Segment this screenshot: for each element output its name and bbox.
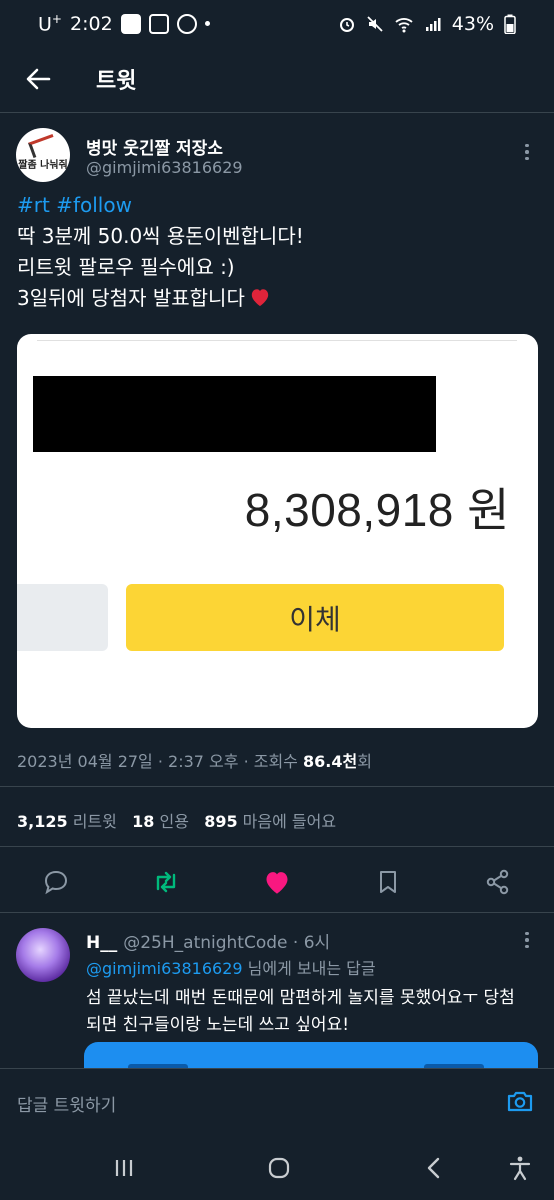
replying-to-handle[interactable]: @gimjimi63816629 xyxy=(86,959,243,978)
quote-stat[interactable]: 18 인용 xyxy=(132,812,189,831)
header-divider xyxy=(0,112,554,113)
more-notifications-dot xyxy=(204,21,210,27)
share-icon xyxy=(486,869,509,895)
view-count: 86.4천 xyxy=(303,752,358,771)
reply-author-name[interactable]: H__ xyxy=(86,933,117,953)
instagram-icon xyxy=(148,13,169,34)
tweet-line: 리트윗 팔로우 필수에요 :) xyxy=(17,255,235,279)
carrier-label: U+ xyxy=(38,12,62,36)
more-icon-dot xyxy=(525,931,529,936)
alarm-icon xyxy=(339,18,354,32)
reply-icon xyxy=(44,870,68,895)
reply-header: H__ @25H_atnightCode · 6시 xyxy=(86,928,330,953)
system-nav-bar xyxy=(0,1132,554,1200)
bookmark-icon xyxy=(380,871,396,893)
balance-amount: 8,308,918 원 xyxy=(244,484,510,536)
wifi-icon xyxy=(395,18,413,33)
camera-icon xyxy=(507,1091,533,1112)
tweet-media-image[interactable]: 8,308,918 원 이체 xyxy=(17,334,538,728)
battery-icon xyxy=(504,14,516,34)
avatar-drawing xyxy=(28,134,58,158)
bookmark-button[interactable] xyxy=(374,868,402,896)
reply-more-button[interactable] xyxy=(517,928,537,952)
status-bar: U+ 2:02 43% xyxy=(0,0,554,48)
accessibility-button[interactable] xyxy=(506,1154,534,1182)
recents-icon xyxy=(115,1160,133,1176)
home-button[interactable] xyxy=(265,1154,293,1182)
battery-percent: 43% xyxy=(451,13,494,35)
reply-avatar[interactable] xyxy=(16,928,70,982)
mute-icon xyxy=(367,16,383,32)
heart-icon xyxy=(266,872,288,894)
stats-divider xyxy=(0,846,554,847)
tweet-line: 딱 3분께 50.0씩 용돈이벤합니다! xyxy=(17,224,304,248)
reply-button[interactable] xyxy=(42,868,70,896)
media-divider xyxy=(37,340,517,341)
tweet-line-text: 3일뒤에 당첨자 발표합니다 xyxy=(17,286,245,310)
recents-button[interactable] xyxy=(110,1154,138,1182)
tweet-line: 3일뒤에 당첨자 발표합니다 xyxy=(17,283,537,314)
reply-line: 섬 끝났는데 매번 돈때문에 맘편하게 놀지를 못했어요ㅜ 당첨 xyxy=(86,988,515,1008)
ably-icon xyxy=(176,13,197,34)
top-app-bar: 트윗 xyxy=(0,48,554,110)
gray-button xyxy=(17,584,108,651)
retweet-icon xyxy=(156,871,176,893)
clock: 2:02 xyxy=(69,12,113,35)
status-right: 43% xyxy=(338,13,516,35)
reply-compose-input[interactable]: 답글 트윗하기 xyxy=(17,1091,116,1116)
camera-button[interactable] xyxy=(506,1087,534,1115)
tweet-actions xyxy=(0,858,554,906)
more-icon-dot xyxy=(525,156,529,161)
author-avatar[interactable]: 짤좀 나눠줘 xyxy=(16,128,70,182)
transfer-button: 이체 xyxy=(126,584,504,651)
page-title: 트윗 xyxy=(96,69,137,94)
tweet-meta: 2023년 04월 27일 · 2:37 오후 · 조회수 86.4천회 xyxy=(17,748,372,772)
more-icon-dot xyxy=(525,143,529,148)
meta-divider xyxy=(0,786,554,787)
back-arrow-icon xyxy=(26,68,51,90)
reply-compose-bar: 답글 트윗하기 xyxy=(0,1068,554,1132)
reply-handle-time[interactable]: @25H_atnightCode · 6시 xyxy=(123,933,330,953)
author-name[interactable]: 병맛 웃긴짤 저장소 xyxy=(86,134,223,159)
more-icon-dot xyxy=(525,150,529,154)
back-nav-icon xyxy=(427,1157,440,1179)
view-suffix: 회 xyxy=(357,752,372,771)
like-button[interactable] xyxy=(263,868,291,896)
tweet-timestamp: 2023년 04월 27일 · 2:37 오후 · 조회수 xyxy=(17,752,303,771)
red-heart-emoji-icon xyxy=(251,289,269,307)
more-icon-dot xyxy=(525,944,529,949)
back-nav-button[interactable] xyxy=(420,1154,448,1182)
back-button[interactable] xyxy=(18,59,58,99)
like-stat[interactable]: 895 마음에 들어요 xyxy=(204,812,336,831)
home-icon xyxy=(268,1157,290,1179)
tweet-more-button[interactable] xyxy=(517,140,537,164)
reply-body: 섬 끝났는데 매번 돈때문에 맘편하게 놀지를 못했어요ㅜ 당첨 되면 친구들이… xyxy=(86,985,546,1039)
actions-divider xyxy=(0,912,554,913)
replying-to-suffix: 님에게 보내는 답글 xyxy=(242,959,376,978)
share-button[interactable] xyxy=(484,868,512,896)
author-handle[interactable]: @gimjimi63816629 xyxy=(86,158,243,177)
notification-icon xyxy=(120,13,141,34)
signal-icon xyxy=(425,18,441,31)
more-icon-dot xyxy=(525,938,529,942)
retweet-button[interactable] xyxy=(152,868,180,896)
redacted-block xyxy=(33,376,436,452)
tweet-body: #rt #follow 딱 3분께 50.0씩 용돈이벤합니다! 리트윗 팔로우… xyxy=(17,190,537,314)
replying-to: @gimjimi63816629 님에게 보내는 답글 xyxy=(86,955,376,979)
avatar-text: 짤좀 나눠줘 xyxy=(18,159,68,171)
accessibility-icon xyxy=(509,1156,531,1181)
tweet-hashtags[interactable]: #rt #follow xyxy=(17,190,537,221)
retweet-stat[interactable]: 3,125 리트윗 xyxy=(17,812,117,831)
reply-line: 되면 친구들이랑 노는데 쓰고 싶어요! xyxy=(86,1015,350,1035)
status-left: U+ 2:02 xyxy=(38,12,210,36)
tweet-stats: 3,125 리트윗 18 인용 895 마음에 들어요 xyxy=(17,808,336,832)
